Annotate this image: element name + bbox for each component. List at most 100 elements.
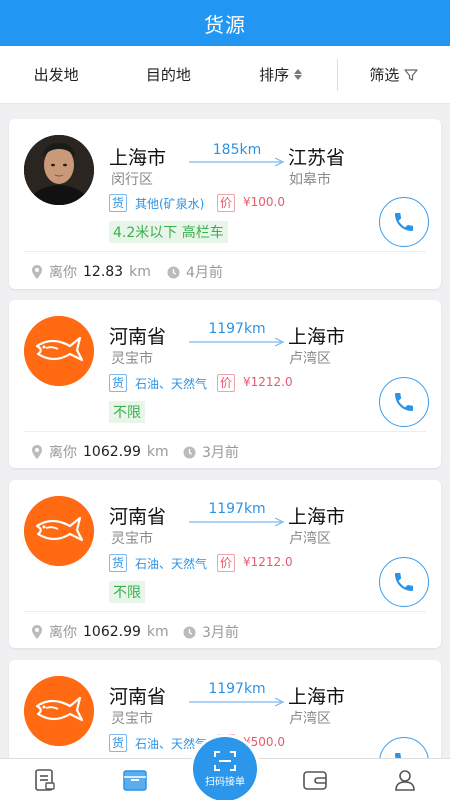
- price-value: ¥500.0: [243, 735, 285, 749]
- distance-value: 1062.99: [83, 444, 141, 460]
- destination-district: 卢湾区: [289, 351, 331, 367]
- scan-icon: [214, 750, 236, 771]
- phone-icon: [395, 393, 413, 411]
- destination-district: 卢湾区: [289, 711, 331, 727]
- goods-type: 石油、天然气: [135, 737, 208, 751]
- route-distance: 1197km: [208, 681, 266, 697]
- filter-sort[interactable]: 排序: [225, 64, 337, 85]
- truck-requirement: 不限: [109, 581, 145, 603]
- route-arrow-icon: [189, 337, 285, 347]
- origin-city: 河南省: [109, 686, 167, 708]
- route-arrow-icon: [189, 157, 285, 167]
- call-button[interactable]: [379, 557, 429, 607]
- route-arrow-icon: [189, 517, 285, 527]
- filter-origin[interactable]: 出发地: [0, 64, 112, 85]
- destination-district: 卢湾区: [289, 531, 331, 547]
- truck-requirement: 不限: [109, 401, 145, 423]
- goods-type: 其他(矿泉水): [135, 197, 205, 211]
- distance-meta: 离你 1062.99 km: [31, 622, 169, 642]
- location-pin-icon: [32, 445, 42, 459]
- scan-order-button[interactable]: 扫码接单: [193, 737, 257, 800]
- distance-prefix: 离你: [49, 625, 77, 641]
- distance-unit: km: [146, 624, 169, 640]
- cargo-box-icon: [123, 769, 147, 791]
- user-icon: [395, 769, 415, 791]
- route-distance: 1197km: [208, 321, 266, 337]
- call-button[interactable]: [379, 737, 429, 758]
- card-divider: [24, 431, 426, 432]
- goods-type: 石油、天然气: [135, 377, 208, 391]
- avatar: [24, 496, 94, 566]
- route-arrow-icon: [189, 697, 285, 707]
- tab-orders[interactable]: [0, 759, 90, 800]
- filter-destination[interactable]: 目的地: [112, 64, 224, 85]
- time-meta: 4月前: [167, 262, 223, 282]
- call-button[interactable]: [379, 197, 429, 247]
- filter-sort-label: 排序: [259, 66, 290, 84]
- wallet-icon: [303, 770, 327, 790]
- cargo-card[interactable]: 河南省 灵宝市 1197km 上海市 卢湾区 货 石油、天然气 价 ¥1212.…: [9, 480, 441, 648]
- post-time: 4月前: [186, 265, 223, 281]
- tab-cargo[interactable]: [90, 759, 180, 800]
- time-meta: 3月前: [183, 622, 239, 642]
- price-badge: 价: [217, 194, 236, 212]
- origin-district: 闵行区: [111, 172, 153, 188]
- phone-icon: [395, 573, 413, 591]
- price-badge: 价: [217, 374, 236, 392]
- filter-destination-label: 目的地: [145, 66, 191, 84]
- goods-badge: 货: [109, 554, 128, 572]
- tab-profile[interactable]: [360, 759, 450, 800]
- price-badge: 价: [217, 554, 236, 572]
- filter-origin-label: 出发地: [33, 66, 79, 84]
- destination-city: 上海市: [288, 506, 346, 528]
- phone-icon: [395, 753, 402, 758]
- document-list-icon: [35, 768, 55, 791]
- origin-city: 河南省: [109, 506, 167, 528]
- origin-district: 灵宝市: [111, 711, 153, 727]
- cargo-list: 上海市 闵行区 185km 江苏省 如皋市 货 其他(矿泉水) 价 ¥100.0…: [0, 104, 450, 758]
- distance-unit: km: [129, 264, 151, 280]
- fish-logo-icon: [24, 496, 94, 566]
- cargo-card[interactable]: 上海市 闵行区 185km 江苏省 如皋市 货 其他(矿泉水) 价 ¥100.0…: [9, 119, 441, 289]
- origin-district: 灵宝市: [111, 531, 153, 547]
- post-time: 3月前: [202, 625, 239, 641]
- route-distance: 185km: [212, 142, 262, 158]
- destination-city: 上海市: [288, 326, 346, 348]
- filter-bar: 出发地 目的地 排序 筛选: [0, 46, 450, 104]
- price-value: ¥1212.0: [243, 375, 293, 389]
- tab-wallet[interactable]: [270, 759, 360, 800]
- phone-icon: [395, 213, 413, 231]
- origin-city: 河南省: [109, 326, 167, 348]
- card-divider: [24, 611, 426, 612]
- avatar: [24, 676, 94, 746]
- fish-logo-icon: [24, 676, 94, 746]
- call-button[interactable]: [379, 377, 429, 427]
- card-divider: [24, 251, 426, 252]
- cargo-card[interactable]: 河南省 灵宝市 1197km 上海市 卢湾区 货 石油、天然气 价 ¥1212.…: [9, 300, 441, 468]
- goods-badge: 货: [109, 194, 128, 212]
- page-title: 货源: [204, 12, 246, 37]
- distance-meta: 离你 1062.99 km: [31, 442, 169, 462]
- destination-city: 江苏省: [288, 147, 346, 169]
- distance-prefix: 离你: [49, 265, 77, 281]
- location-pin-icon: [32, 265, 42, 279]
- avatar: [24, 135, 94, 205]
- distance-value: 12.83: [83, 264, 124, 280]
- funnel-icon: [404, 68, 418, 81]
- filter-screen-label: 筛选: [369, 66, 400, 84]
- origin-district: 灵宝市: [111, 351, 153, 367]
- goods-badge: 货: [109, 374, 128, 392]
- filter-screen[interactable]: 筛选: [338, 64, 450, 85]
- avatar: [24, 316, 94, 386]
- time-meta: 3月前: [183, 442, 239, 462]
- distance-unit: km: [146, 444, 169, 460]
- destination-city: 上海市: [288, 686, 346, 708]
- scan-order-label: 扫码接单: [205, 776, 245, 788]
- sort-arrows-icon: [294, 69, 303, 80]
- goods-badge: 货: [109, 734, 128, 752]
- distance-value: 1062.99: [83, 624, 141, 640]
- clock-icon: [183, 626, 196, 638]
- clock-icon: [183, 446, 196, 458]
- origin-city: 上海市: [109, 147, 167, 169]
- fish-logo-icon: [24, 316, 94, 386]
